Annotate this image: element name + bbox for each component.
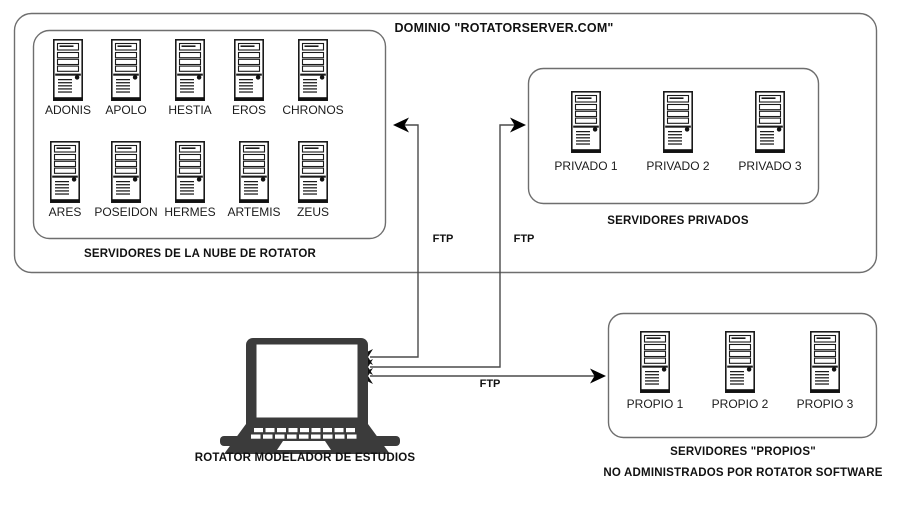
server-label-hermes: HERMES [164,205,216,219]
server-icon-ares [49,141,80,203]
own-servers-caption-secondary: NO ADMINISTRADOS POR ROTATOR SOFTWARE [603,467,883,479]
ftp-label-cloud: FTP [432,233,454,245]
server-icon-zeus [297,141,329,203]
server-icon-hestia [175,38,205,101]
ftp-label-own: FTP [479,378,501,390]
server-label-privado-3: PRIVADO 3 [738,159,802,173]
cloud-servers-caption: SERVIDORES DE LA NUBE DE ROTATOR [84,248,316,260]
server-icon-privado-2 [662,91,694,153]
server-icon-privado-3 [754,91,786,153]
server-label-hestia: HESTIA [168,103,212,117]
server-label-poseidon: POSEIDON [94,205,158,219]
server-icon-privado-1 [570,91,602,153]
private-servers-caption: SERVIDORES PRIVADOS [607,215,749,227]
own-servers-caption-primary: SERVIDORES "PROPIOS" [670,446,816,458]
diagram-canvas: DOMINIO "ROTATORSERVER.COM" ADONIS APOLO… [0,0,910,515]
server-label-apolo: APOLO [105,103,147,117]
server-icon-propio-3 [809,330,841,394]
server-label-propio-1: PROPIO 1 [626,397,684,411]
server-label-propio-3: PROPIO 3 [796,397,854,411]
server-icon-artemis [239,141,270,203]
server-label-adonis: ADONIS [44,103,92,117]
laptop-icon [220,338,400,454]
server-label-privado-1: PRIVADO 1 [554,159,618,173]
domain-title: DOMINIO "ROTATORSERVER.COM" [394,21,614,35]
server-icon-adonis [52,38,83,101]
server-label-chronos: CHRONOS [282,103,344,117]
server-icon-hermes [175,141,205,203]
server-icon-propio-1 [639,330,671,394]
server-icon-propio-2 [724,330,756,394]
server-icon-chronos [297,38,329,101]
server-label-zeus: ZEUS [296,205,330,219]
server-label-ares: ARES [48,205,82,219]
server-label-privado-2: PRIVADO 2 [646,159,710,173]
server-label-eros: EROS [231,103,267,117]
workstation-caption: ROTATOR MODELADOR DE ESTUDIOS [194,452,416,464]
server-icon-eros [234,38,265,101]
server-icon-apolo [111,38,141,101]
server-icon-poseidon [111,141,141,203]
server-label-propio-2: PROPIO 2 [711,397,769,411]
ftp-label-private: FTP [513,233,535,245]
server-label-artemis: ARTEMIS [227,205,281,219]
